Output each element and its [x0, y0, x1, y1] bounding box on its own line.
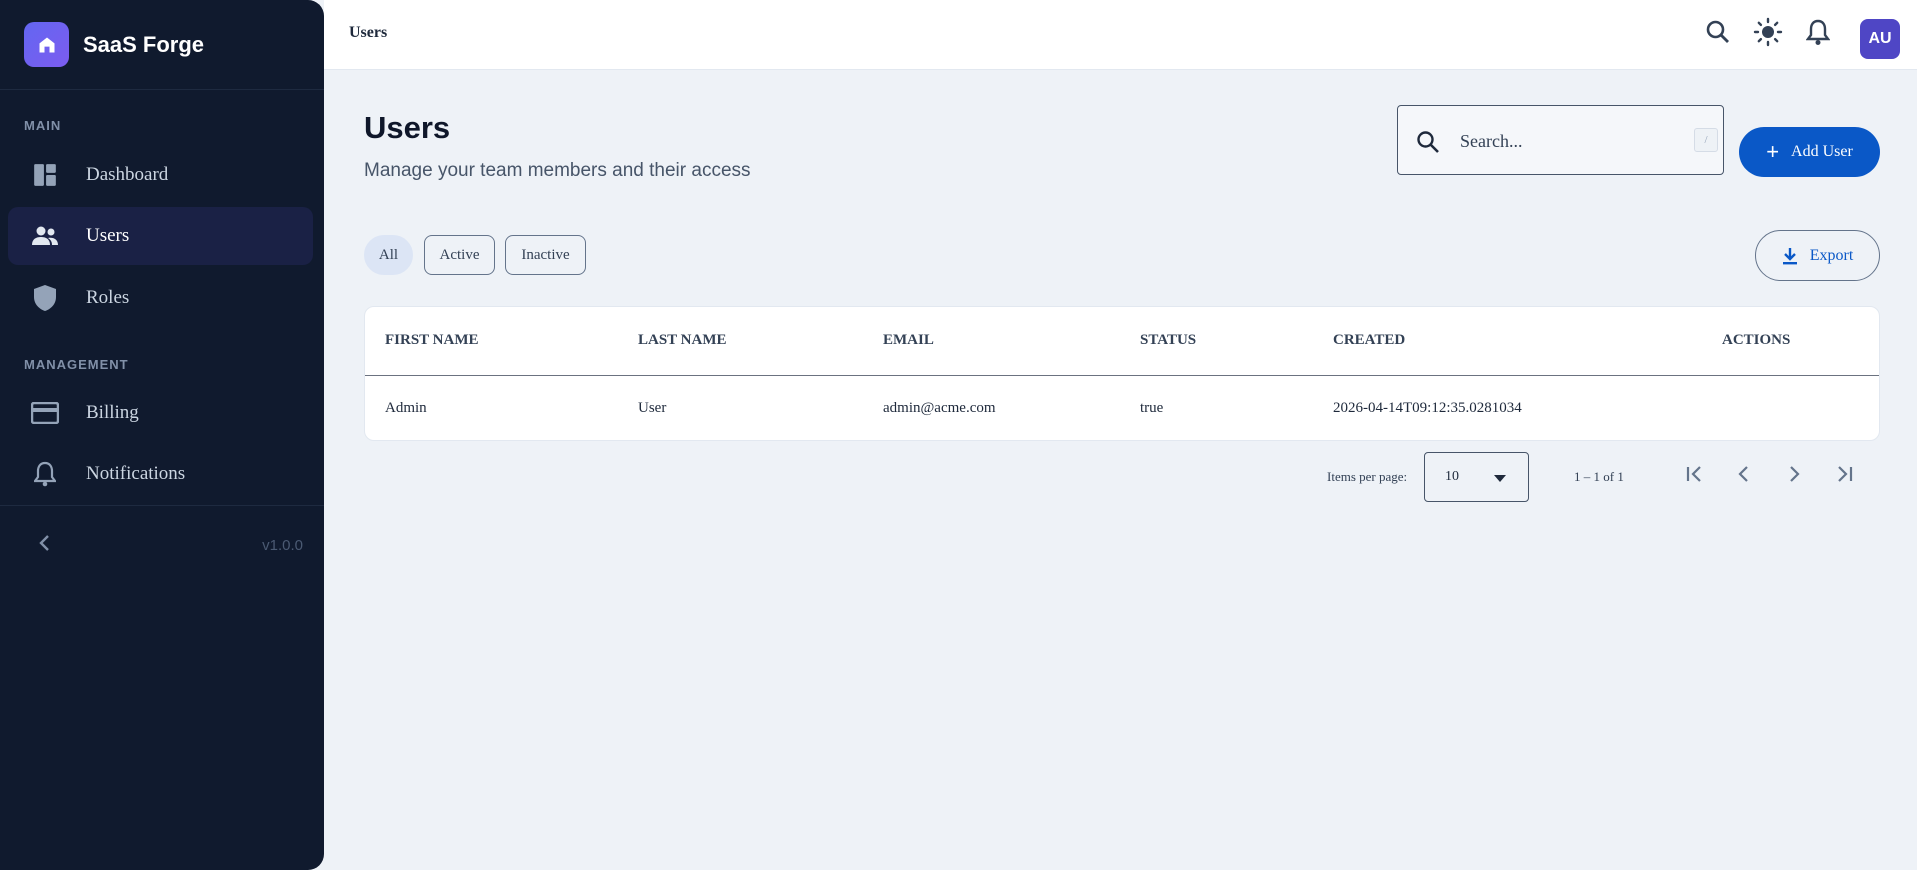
app-name: SaaS Forge: [83, 31, 205, 57]
bell-icon: [1805, 18, 1831, 51]
brand: SaaS Forge: [0, 0, 324, 90]
cell-last-name: User: [638, 400, 667, 416]
credit-card-icon: [30, 398, 60, 428]
search-shortcut-hint: /: [1694, 128, 1718, 152]
download-icon: [1782, 247, 1798, 265]
filter-chip-all[interactable]: All: [364, 235, 413, 275]
sidebar-item-notifications[interactable]: Notifications: [8, 445, 313, 503]
section-label-main: MAIN: [24, 118, 62, 133]
pagination-range: 1 – 1 of 1: [1574, 469, 1624, 484]
users-icon: [30, 221, 60, 251]
section-label-management: MANAGEMENT: [24, 357, 129, 372]
column-header-actions: ACTIONS: [1722, 332, 1791, 348]
export-label: Export: [1809, 246, 1854, 264]
top-bar: Users AU: [324, 0, 1917, 70]
bell-icon: [30, 459, 60, 489]
sidebar-divider: [0, 505, 324, 506]
chevron-right-icon: [1787, 465, 1801, 488]
dashboard-icon: [30, 160, 60, 190]
sidebar-item-roles[interactable]: Roles: [8, 269, 313, 327]
column-header-status[interactable]: STATUS: [1140, 332, 1196, 349]
filter-chip-inactive[interactable]: Inactive: [505, 235, 586, 275]
dropdown-arrow-icon: [1494, 475, 1506, 482]
sidebar-item-label: Dashboard: [86, 164, 169, 185]
page-title: Users: [364, 110, 451, 145]
header-divider: [365, 375, 1879, 376]
collapse-sidebar-button[interactable]: [30, 531, 58, 559]
cell-status: true: [1140, 400, 1164, 416]
items-per-page-value: 10: [1445, 469, 1459, 484]
sidebar-item-label: Roles: [86, 287, 130, 308]
column-header-first-name[interactable]: FIRST NAME: [385, 332, 479, 349]
users-table: FIRST NAME LAST NAME EMAIL STATUS CREATE…: [364, 306, 1880, 441]
sidebar-item-dashboard[interactable]: Dashboard: [8, 146, 313, 204]
sidebar-item-users[interactable]: Users: [8, 207, 313, 265]
sidebar-item-label: Notifications: [86, 463, 186, 484]
sidebar: SaaS Forge MAIN Dashboard Users Roles MA…: [0, 0, 324, 870]
search-icon: [1705, 19, 1731, 50]
search-button[interactable]: [1700, 16, 1736, 52]
filter-chip-active[interactable]: Active: [424, 235, 495, 275]
avatar[interactable]: AU: [1860, 19, 1900, 59]
theme-sun-icon: [1753, 17, 1783, 52]
chevron-left-icon: [37, 534, 51, 557]
search-icon: [1414, 128, 1442, 156]
next-page-button[interactable]: [1776, 458, 1812, 494]
chevron-left-icon: [1737, 465, 1751, 488]
search-input[interactable]: [1460, 124, 1680, 158]
column-header-email[interactable]: EMAIL: [883, 332, 934, 349]
export-button[interactable]: Export: [1755, 230, 1880, 281]
add-user-label: Add User: [1791, 143, 1853, 160]
theme-toggle-button[interactable]: [1750, 16, 1786, 52]
notifications-button[interactable]: [1800, 16, 1836, 52]
column-header-last-name[interactable]: LAST NAME: [638, 332, 727, 349]
items-per-page-select[interactable]: 10: [1424, 452, 1529, 502]
search-field[interactable]: /: [1397, 105, 1724, 175]
last-page-button[interactable]: [1826, 458, 1862, 494]
breadcrumb: Users: [349, 24, 388, 41]
plus-icon: +: [1766, 139, 1780, 164]
first-page-button[interactable]: [1677, 458, 1713, 494]
cell-created: 2026-04-14T09:12:35.0281034: [1333, 400, 1522, 416]
column-header-created[interactable]: CREATED: [1333, 332, 1405, 349]
shield-icon: [30, 283, 60, 313]
previous-page-button[interactable]: [1726, 458, 1762, 494]
add-user-button[interactable]: + Add User: [1739, 127, 1880, 177]
home-logo-icon[interactable]: [24, 22, 69, 67]
first-page-icon: [1685, 465, 1705, 488]
last-page-icon: [1834, 465, 1854, 488]
sidebar-item-billing[interactable]: Billing: [8, 384, 313, 442]
page-subtitle: Manage your team members and their acces…: [364, 160, 751, 181]
sidebar-item-label: Billing: [86, 402, 139, 423]
cell-first-name: Admin: [385, 400, 427, 416]
items-per-page-label: Items per page:: [1327, 469, 1408, 484]
sidebar-item-label: Users: [86, 225, 130, 246]
cell-email: admin@acme.com: [883, 400, 996, 416]
app-version: v1.0.0: [262, 537, 303, 554]
